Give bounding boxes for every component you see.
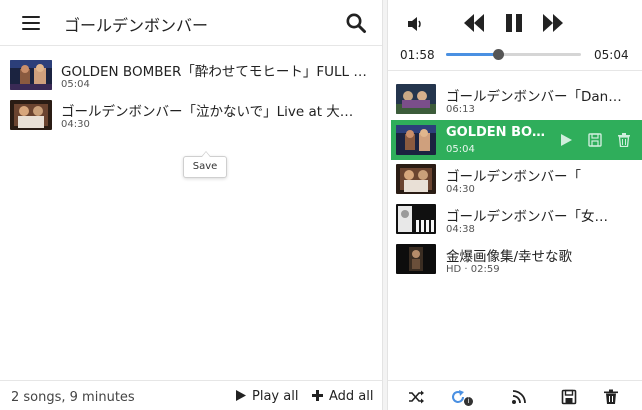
queue-footer: i <box>388 380 642 410</box>
trash-icon[interactable] <box>617 132 633 148</box>
search-results-pane: ゴールデンボンバー GOLDEN BOMBER「酔わせてモヒート」FULL … … <box>0 0 382 410</box>
queue-item-title: ゴールデンボンバー「 <box>446 169 581 185</box>
queue-item-playing[interactable]: GOLDEN BO… 05:04 <box>391 120 642 160</box>
seek-handle[interactable] <box>493 49 505 60</box>
queue-item-title: ゴールデンボンバー「Dan… <box>446 89 622 105</box>
seek-bar[interactable] <box>446 49 581 60</box>
add-all-button[interactable]: Add all <box>312 389 374 404</box>
clear-queue-icon[interactable] <box>603 389 619 405</box>
song-row[interactable]: GOLDEN BOMBER「酔わせてモヒート」FULL … 05:04 <box>0 60 382 100</box>
play-icon <box>236 390 246 401</box>
queue-thumbnail <box>396 125 436 155</box>
shuffle-icon[interactable] <box>408 389 424 405</box>
save-queue-icon[interactable] <box>561 389 577 405</box>
queue-item-title: ゴールデンボンバー「女… <box>446 209 608 225</box>
queue-thumbnail <box>396 204 436 234</box>
queue-item-title: GOLDEN BO… <box>446 125 546 140</box>
queue-item-duration: HD · 02:59 <box>446 264 500 275</box>
play-all-label: Play all <box>252 389 299 404</box>
pause-icon[interactable] <box>505 14 523 36</box>
repeat-info-badge: i <box>464 397 473 406</box>
save-icon[interactable] <box>588 132 604 148</box>
queue-item-duration: 04:30 <box>446 184 475 195</box>
left-footer: 2 songs, 9 minutes Play all Add all <box>0 380 382 410</box>
seek-progress <box>446 53 499 56</box>
next-icon[interactable] <box>543 14 563 36</box>
plus-icon <box>312 390 323 401</box>
results-summary: 2 songs, 9 minutes <box>11 390 135 405</box>
previous-icon[interactable] <box>464 14 484 36</box>
queue-item[interactable]: ゴールデンボンバー「Dan… 06:13 <box>388 82 642 120</box>
search-query-title: ゴールデンボンバー <box>64 16 209 35</box>
queue-item[interactable]: ゴールデンボンバー「 04:30 <box>388 162 642 200</box>
add-all-label: Add all <box>329 389 374 404</box>
player-pane: 01:58 05:04 ゴールデンボンバー「Dan… 06:13 GOLDEN … <box>388 0 642 410</box>
play-icon[interactable] <box>559 132 575 148</box>
queue-item-duration: 05:04 <box>446 144 475 155</box>
queue-item-duration: 06:13 <box>446 104 475 115</box>
queue-item-title: 金爆画像集/幸せな歌 <box>446 249 573 265</box>
queue-item-actions <box>559 132 641 151</box>
queue-thumbnail <box>396 244 436 274</box>
queue-item[interactable]: ゴールデンボンバー「女… 04:38 <box>388 202 642 240</box>
song-thumbnail <box>10 100 52 130</box>
volume-icon[interactable] <box>408 16 424 35</box>
song-title: ゴールデンボンバー「泣かないで」Live at 大… <box>61 104 354 120</box>
left-header: ゴールデンボンバー <box>0 0 382 46</box>
elapsed-time: 01:58 <box>400 48 435 62</box>
song-row[interactable]: ゴールデンボンバー「泣かないで」Live at 大… 04:30 <box>0 100 382 140</box>
search-icon[interactable] <box>345 12 367 34</box>
queue-item[interactable]: 金爆画像集/幸せな歌 HD · 02:59 <box>388 242 642 280</box>
song-title: GOLDEN BOMBER「酔わせてモヒート」FULL … <box>61 64 367 80</box>
queue-item-duration: 04:38 <box>446 224 475 235</box>
rss-icon[interactable] <box>511 389 527 405</box>
song-duration: 05:04 <box>61 79 90 90</box>
save-tooltip: Save <box>183 151 227 178</box>
total-time: 05:04 <box>594 48 629 62</box>
queue-thumbnail <box>396 84 436 114</box>
song-thumbnail <box>10 60 52 90</box>
play-all-button[interactable]: Play all <box>236 389 298 404</box>
song-duration: 04:30 <box>61 119 90 130</box>
menu-icon[interactable] <box>22 16 40 30</box>
queue-thumbnail <box>396 164 436 194</box>
